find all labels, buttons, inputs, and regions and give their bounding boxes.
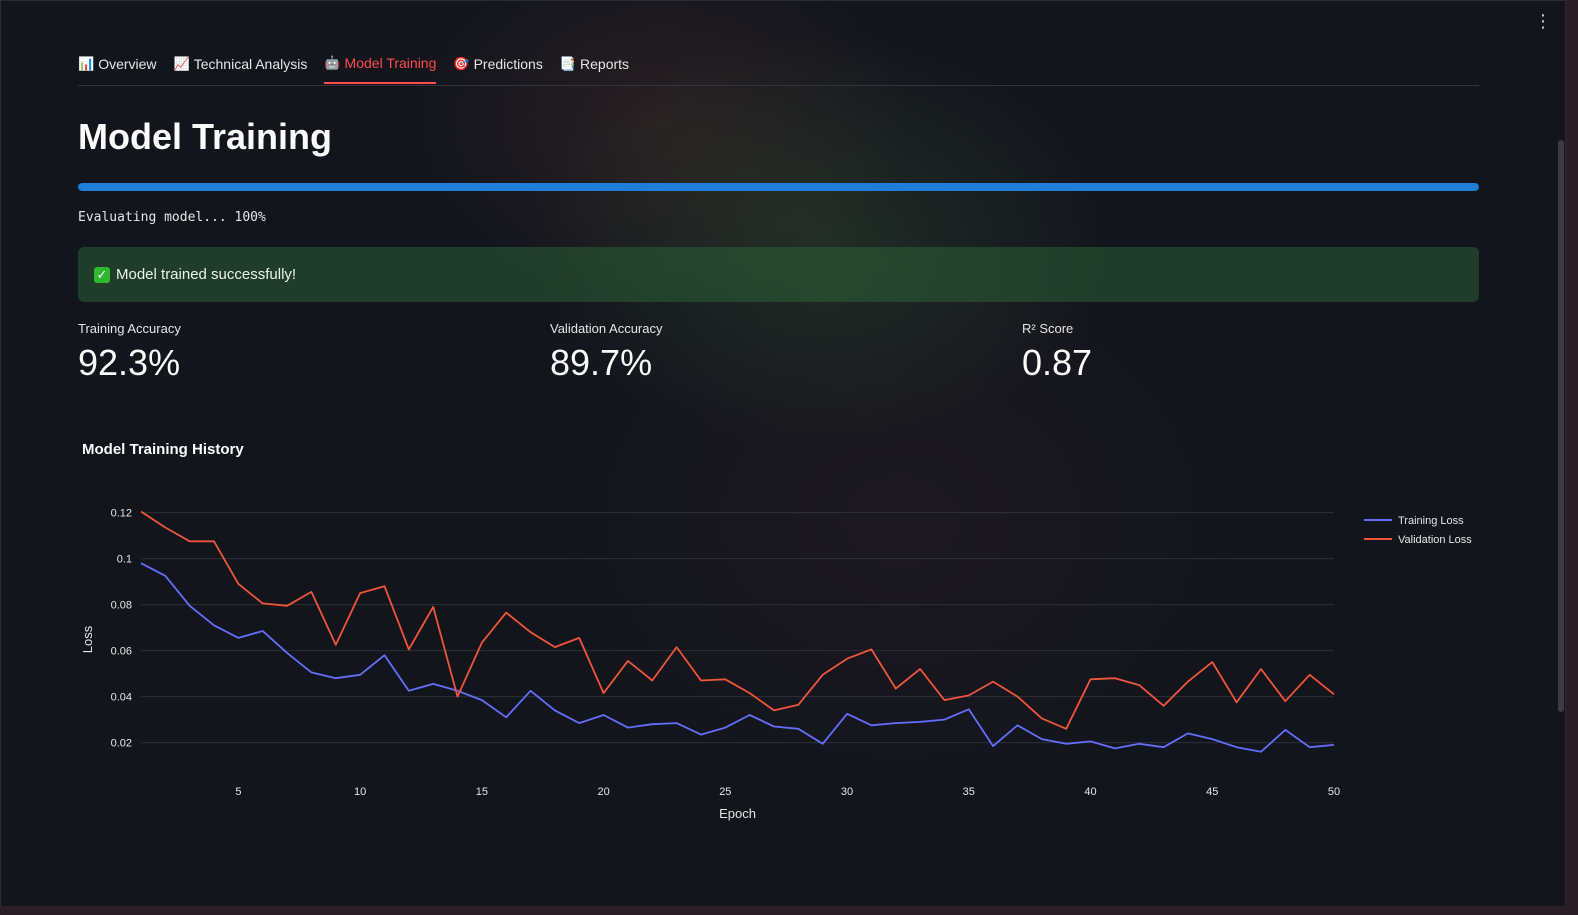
tab-label: Model Training xyxy=(344,54,437,71)
metric-training-accuracy: Training Accuracy 92.3% xyxy=(78,321,181,384)
metric-value: 89.7% xyxy=(550,342,653,383)
y-tick-label: 0.12 xyxy=(111,508,132,520)
tab-reports[interactable]: 📑 Reports xyxy=(560,49,629,84)
check-icon: ✓ xyxy=(94,266,110,283)
progress-bar xyxy=(78,183,1479,191)
tab-label: Overview xyxy=(98,55,157,72)
training-history-chart[interactable]: 0.02 0.04 0.06 0.08 0.1 0.12 5 10 15 20 25 30 35 40 45… xyxy=(71,471,1491,841)
report-icon: 📑 xyxy=(559,55,577,71)
metric-value: 92.3% xyxy=(78,342,181,383)
legend-label[interactable]: Training Loss xyxy=(1398,515,1464,527)
tab-label: Reports xyxy=(580,55,630,72)
window-edge xyxy=(1566,0,1578,915)
y-tick-label: 0.08 xyxy=(111,600,132,612)
robot-icon: 🤖 xyxy=(324,54,341,70)
chart-title: Model Training History xyxy=(82,441,244,458)
y-axis-title: Loss xyxy=(80,625,95,653)
window-bottom-edge xyxy=(0,906,1578,915)
tab-predictions[interactable]: 🎯 Predictions xyxy=(453,49,542,84)
tab-bar: 📊 Overview 📈 Technical Analysis 🤖 Model … xyxy=(78,49,1479,86)
x-tick-label: 10 xyxy=(354,786,366,798)
x-tick-label: 25 xyxy=(719,786,731,798)
success-alert: ✓ Model trained successfully! xyxy=(78,247,1479,302)
x-tick-label: 50 xyxy=(1328,786,1340,798)
target-icon: 🎯 xyxy=(453,55,470,71)
x-tick-label: 5 xyxy=(235,786,241,798)
more-menu-icon[interactable]: ⋮ xyxy=(1534,11,1552,33)
app-window: ⋮ 📊 Overview 📈 Technical Analysis 🤖 Mode… xyxy=(0,0,1566,908)
x-tick-label: 45 xyxy=(1206,786,1218,798)
tab-label: Predictions xyxy=(473,55,543,72)
y-tick-label: 0.04 xyxy=(111,692,132,704)
progress-status-text: Evaluating model... 100% xyxy=(78,210,266,225)
tab-model-training[interactable]: 🤖 Model Training xyxy=(324,49,437,84)
y-tick-label: 0.02 xyxy=(111,738,132,750)
x-tick-label: 15 xyxy=(476,786,488,798)
metric-value: 0.87 xyxy=(1022,342,1093,383)
metric-label: R² Score xyxy=(1022,321,1074,336)
progress-bar-fill xyxy=(78,183,1479,191)
trend-chart-icon: 📈 xyxy=(173,55,190,71)
y-tick-label: 0.1 xyxy=(117,554,132,566)
x-tick-label: 20 xyxy=(597,786,609,798)
x-axis-title: Epoch xyxy=(719,806,756,821)
x-tick-label: 35 xyxy=(963,786,975,798)
metric-label: Validation Accuracy xyxy=(550,321,663,336)
bar-chart-icon: 📊 xyxy=(78,55,95,71)
metric-label: Training Accuracy xyxy=(78,321,181,336)
y-tick-label: 0.06 xyxy=(111,646,132,658)
legend-label[interactable]: Validation Loss xyxy=(1398,534,1472,546)
metric-r2-score: R² Score 0.87 xyxy=(1022,321,1092,384)
training-loss-line xyxy=(140,562,1335,753)
success-alert-text: Model trained successfully! xyxy=(116,266,297,283)
tab-technical-analysis[interactable]: 📈 Technical Analysis xyxy=(174,49,308,84)
tab-label: Technical Analysis xyxy=(193,55,308,72)
scrollbar[interactable] xyxy=(1558,140,1564,712)
tab-overview[interactable]: 📊 Overview xyxy=(78,49,157,84)
metric-validation-accuracy: Validation Accuracy 89.7% xyxy=(550,321,663,384)
x-tick-label: 40 xyxy=(1084,786,1096,798)
page-title: Model Training xyxy=(78,116,333,157)
x-tick-label: 30 xyxy=(841,786,853,798)
